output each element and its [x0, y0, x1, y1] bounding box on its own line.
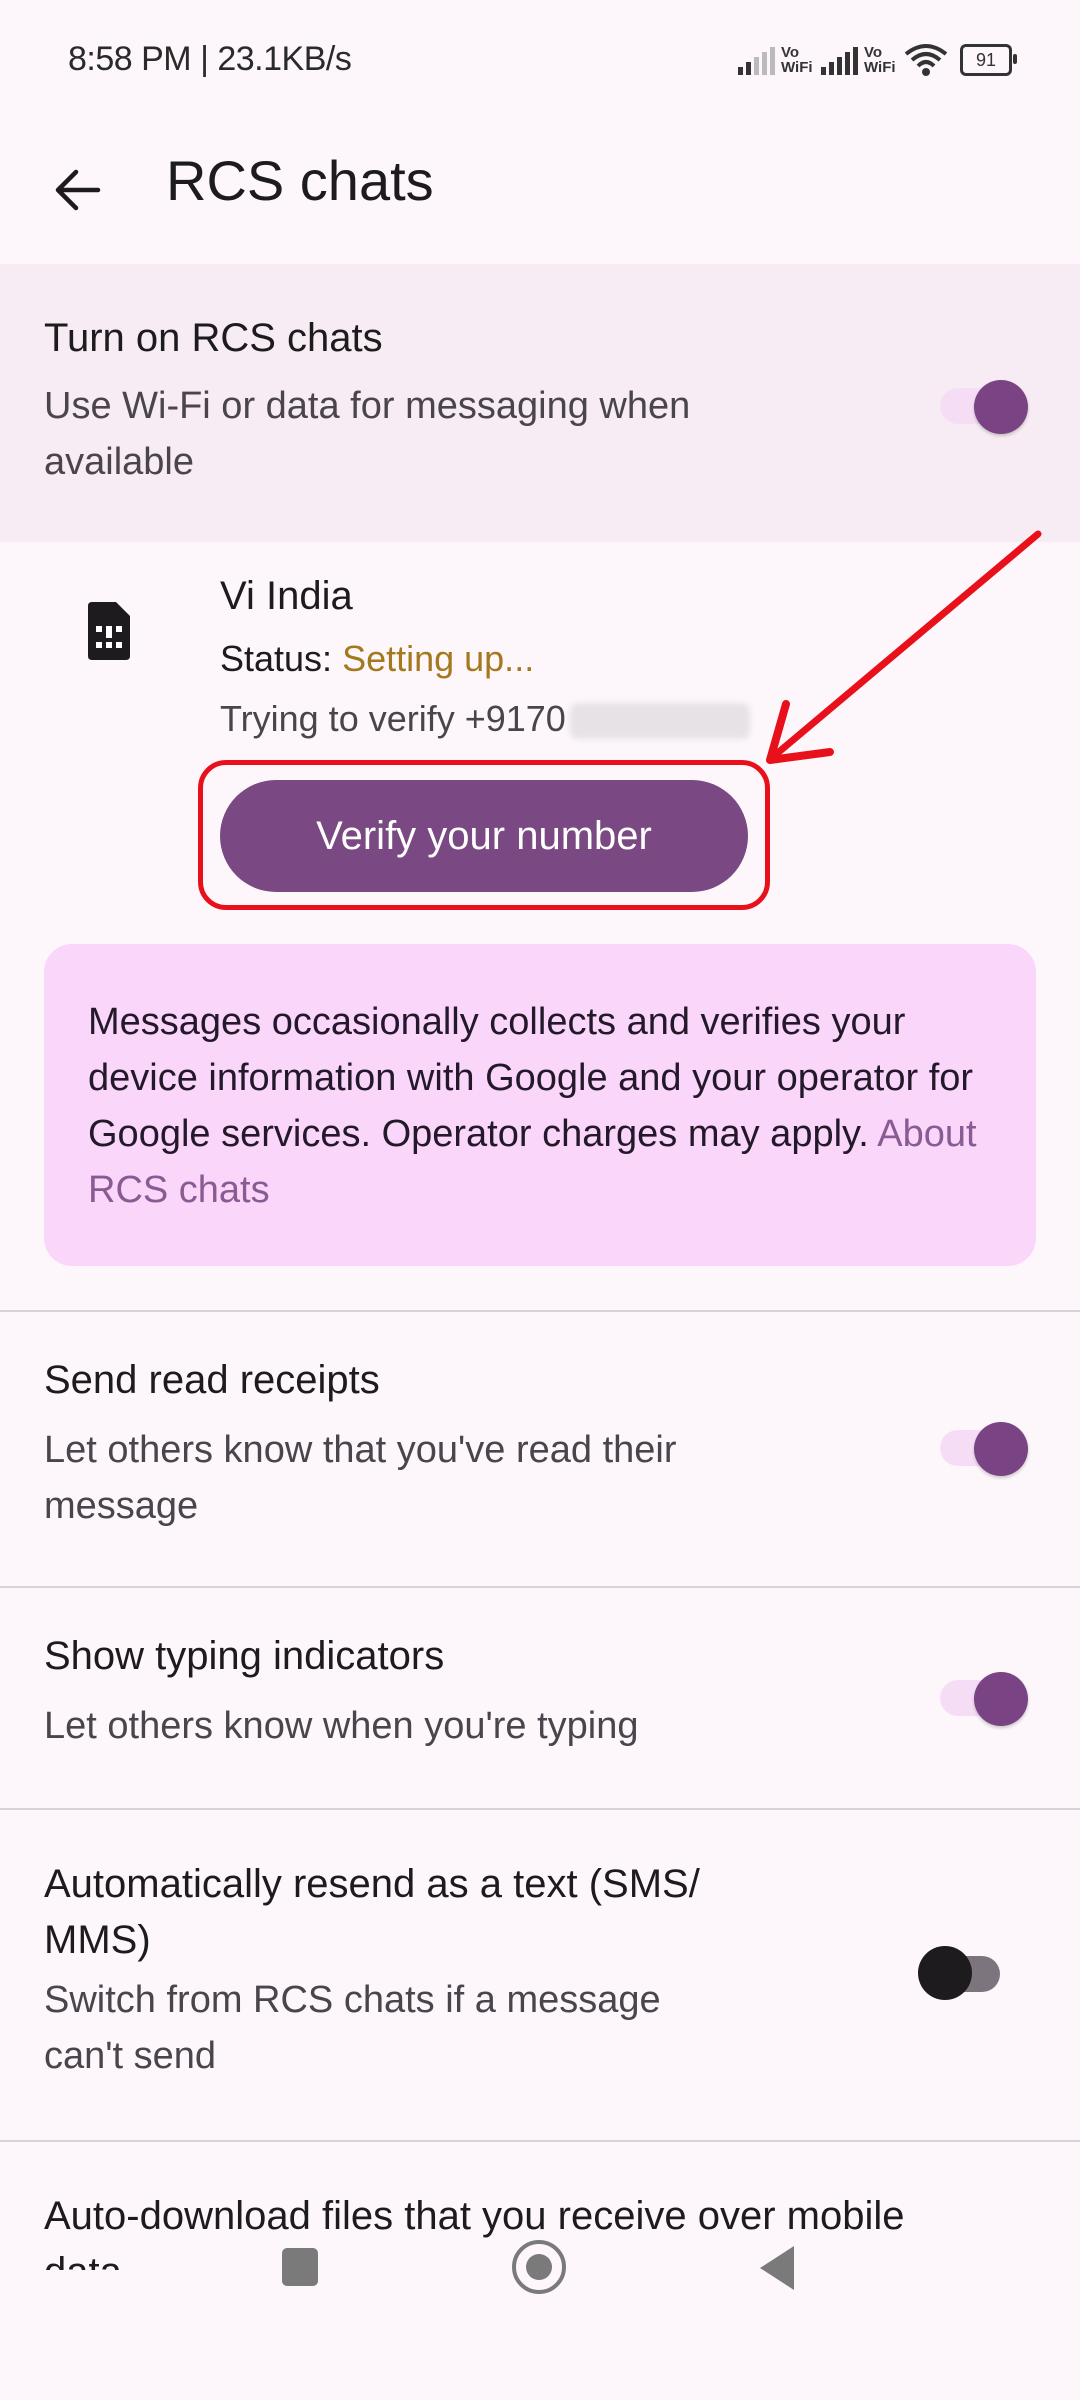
setting-subtitle-1: Let others know that you've read their	[44, 1429, 677, 1471]
setting-typing-indicators[interactable]: Show typing indicators Let others know w…	[0, 1588, 1080, 1808]
sim-carrier-name: Vi India	[220, 574, 353, 618]
setting-subtitle-2: can't send	[44, 2035, 217, 2077]
nav-back-icon[interactable]	[760, 2246, 794, 2290]
setting-title-1: Automatically resend as a text (SMS/	[44, 1862, 700, 1906]
rcs-master-subtitle-1: Use Wi-Fi or data for messaging when	[44, 385, 691, 427]
rcs-info-card: Messages occasionally collects and verif…	[44, 944, 1036, 1266]
vowifi-icon-1: Vo WiFi	[781, 44, 813, 76]
read-receipts-toggle[interactable]	[940, 1422, 1030, 1476]
status-time-speed: 8:58 PM | 23.1KB/s	[68, 40, 352, 78]
sim-card-icon	[88, 602, 130, 660]
vowifi-icon-2: Vo WiFi	[864, 44, 896, 76]
annotation-highlight-box	[198, 760, 770, 910]
setting-title-2: MMS)	[44, 1918, 151, 1962]
toggle-thumb	[974, 1422, 1028, 1476]
sim-verify-text: Trying to verify +9170	[220, 698, 750, 740]
status-icons: Vo WiFi Vo WiFi 91	[738, 38, 1017, 82]
info-text: Messages occasionally collects and verif…	[88, 994, 1008, 1218]
home-icon[interactable]	[512, 2240, 566, 2294]
toggle-thumb	[918, 1946, 972, 2000]
app-bar: RCS chats	[0, 120, 1080, 260]
wifi-icon	[904, 44, 948, 76]
setting-subtitle-2: message	[44, 1485, 199, 1527]
rcs-master-setting[interactable]: Turn on RCS chats Use Wi-Fi or data for …	[0, 264, 1080, 542]
setting-title-1: Auto-download files that you receive ove…	[44, 2194, 905, 2238]
rcs-master-title: Turn on RCS chats	[44, 316, 383, 360]
signal-icon-sim2	[821, 45, 858, 75]
sim-status: Status: Setting up...	[220, 638, 534, 680]
signal-icon-sim1	[738, 45, 775, 75]
verify-number-text: Trying to verify +9170	[220, 698, 566, 739]
annotation-arrow-icon	[766, 530, 1042, 764]
status-bar: 8:58 PM | 23.1KB/s Vo WiFi Vo WiFi 91	[0, 0, 1080, 120]
auto-resend-toggle[interactable]	[918, 1946, 1008, 2000]
info-body: Messages occasionally collects and verif…	[88, 1001, 974, 1155]
rcs-master-subtitle-2: available	[44, 441, 194, 483]
toggle-thumb	[974, 1672, 1028, 1726]
sim-status-value: Setting up...	[342, 638, 535, 679]
setting-subtitle-1: Switch from RCS chats if a message	[44, 1979, 661, 2021]
back-arrow-icon[interactable]	[48, 160, 108, 220]
page-title: RCS chats	[166, 149, 434, 212]
setting-subtitle-1: Let others know when you're typing	[44, 1705, 639, 1747]
battery-level: 91	[975, 49, 997, 70]
toggle-thumb	[974, 380, 1028, 434]
setting-title: Show typing indicators	[44, 1634, 445, 1678]
redacted-number	[569, 703, 750, 740]
setting-auto-resend-sms[interactable]: Automatically resend as a text (SMS/ MMS…	[0, 1810, 1080, 2140]
sim-status-label: Status:	[220, 638, 343, 679]
battery-icon: 91	[960, 44, 1017, 76]
setting-title: Send read receipts	[44, 1358, 380, 1402]
recents-icon[interactable]	[282, 2248, 318, 2286]
rcs-master-toggle[interactable]	[940, 380, 1030, 434]
typing-indicators-toggle[interactable]	[940, 1672, 1030, 1726]
setting-read-receipts[interactable]: Send read receipts Let others know that …	[0, 1312, 1080, 1586]
